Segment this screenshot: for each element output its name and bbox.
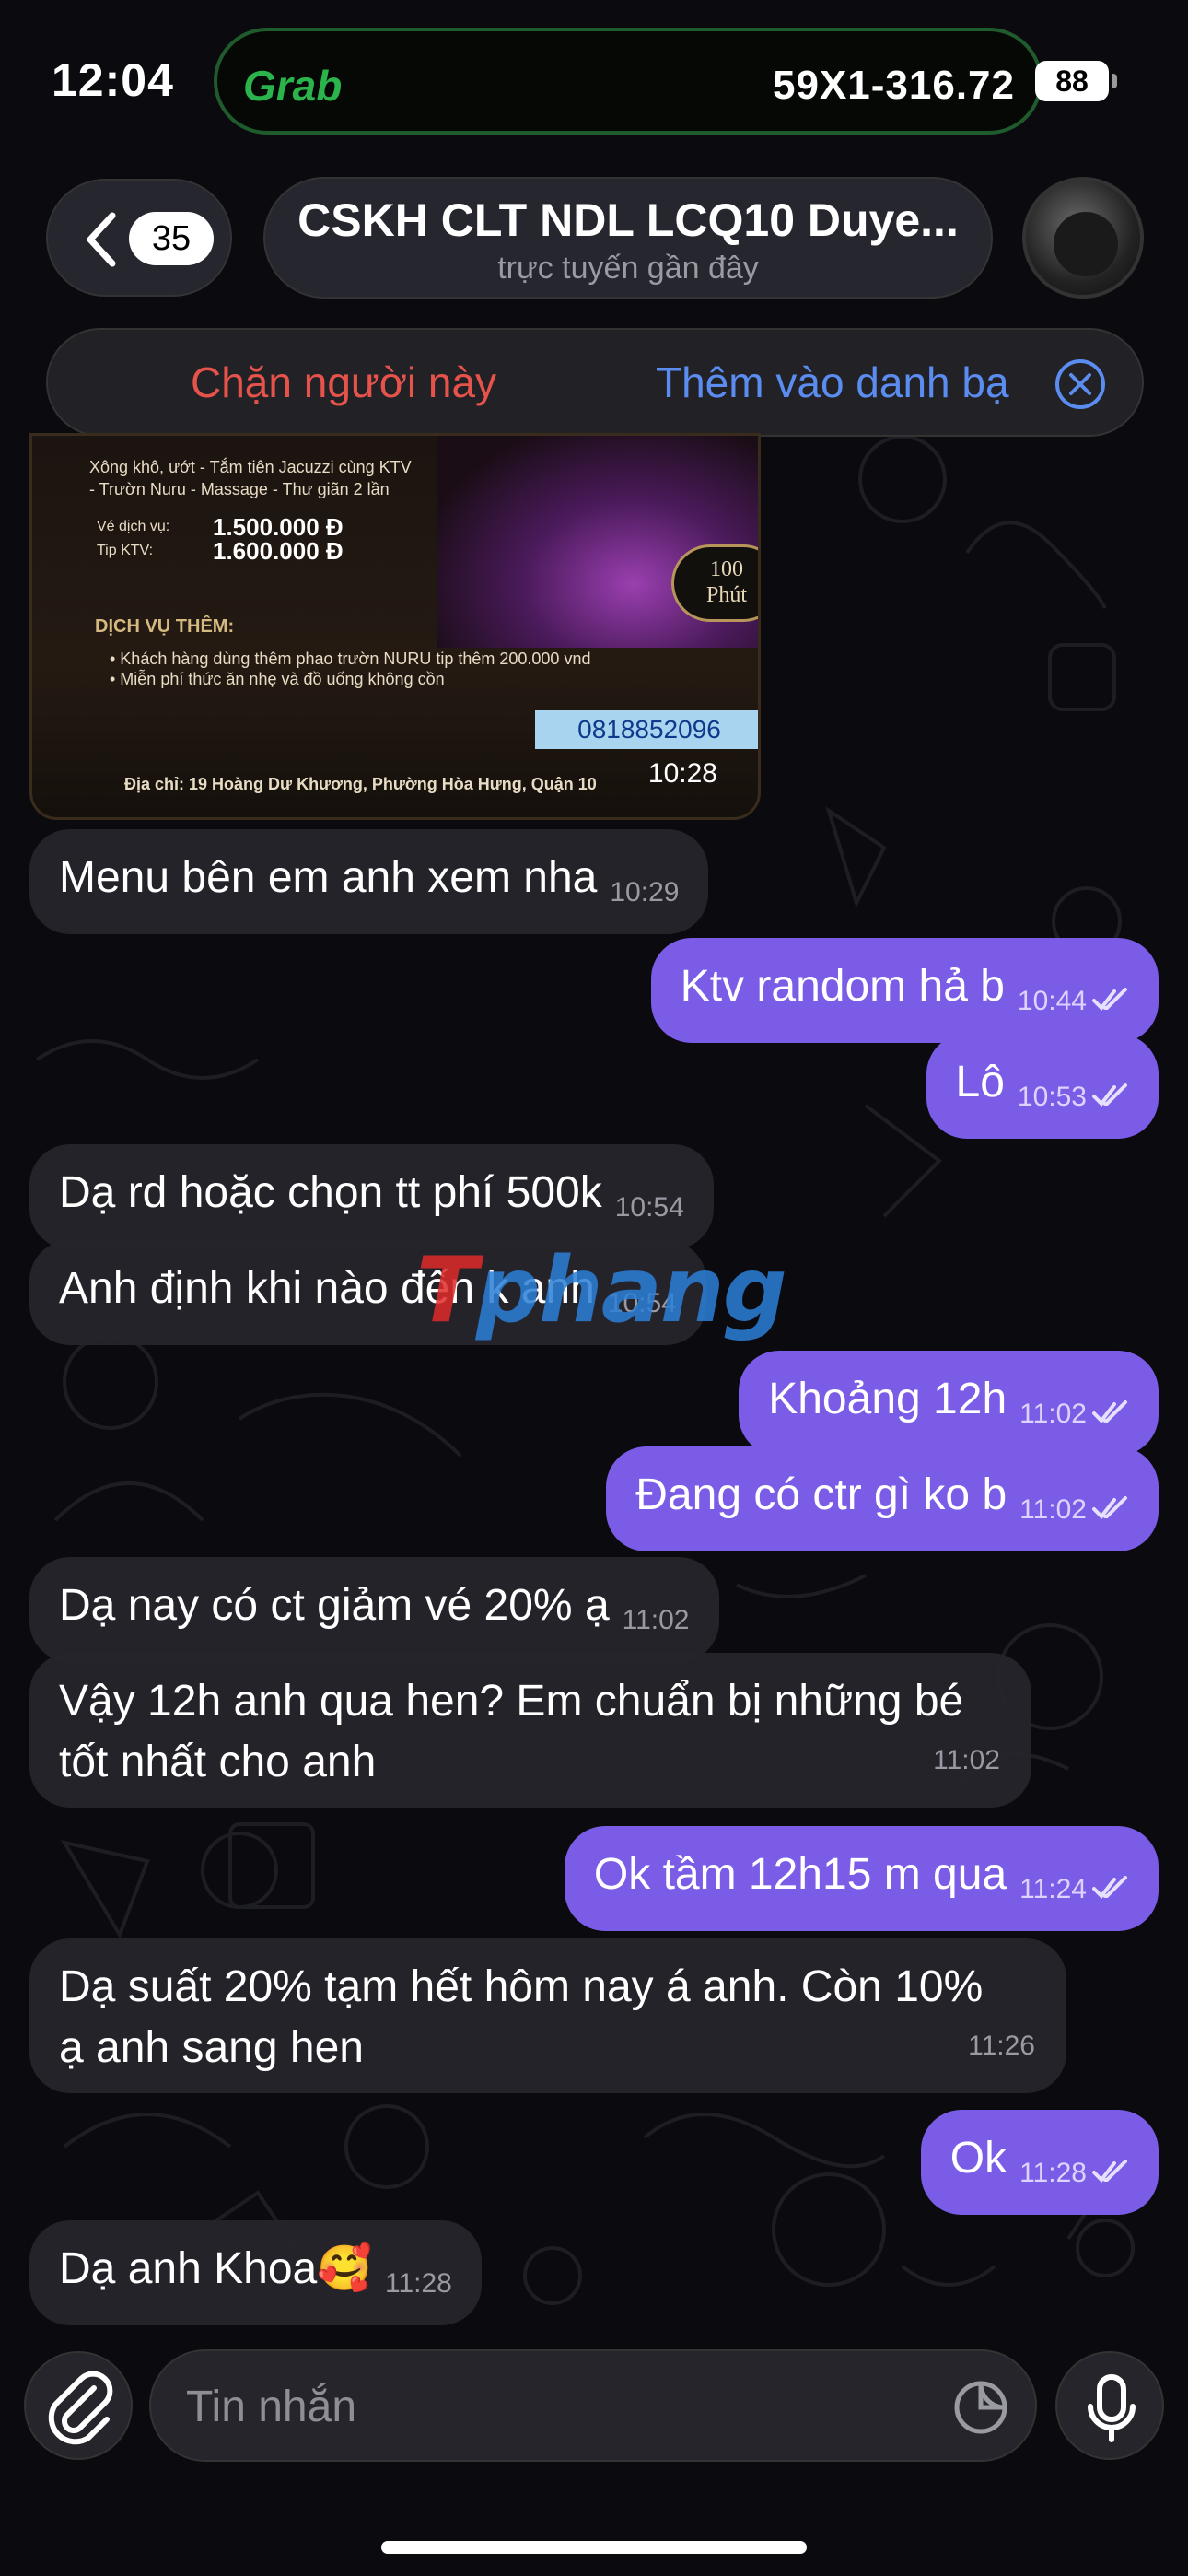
message-outgoing[interactable]: Ok tầm 12h15 m qua 11:24 bbox=[564, 1826, 1159, 1931]
double-check-icon bbox=[1092, 1400, 1127, 1424]
message-outgoing[interactable]: Khoảng 12h 11:02 bbox=[739, 1351, 1159, 1456]
back-button[interactable]: 35 bbox=[46, 179, 232, 297]
service-label: Vé dịch vụ: bbox=[97, 519, 170, 534]
message-incoming[interactable]: Dạ nay có ct giảm vé 20% ạ 11:02 bbox=[29, 1557, 719, 1662]
message-text: Khoảng 12h bbox=[768, 1375, 1007, 1423]
status-time: 12:04 bbox=[52, 54, 174, 106]
vehicle-plate: 59X1-316.72 bbox=[773, 63, 1015, 108]
message-outgoing[interactable]: Đang có ctr gì ko b 11:02 bbox=[606, 1446, 1159, 1551]
message-time: 11:24 bbox=[1019, 1874, 1087, 1904]
watermark: Tphang bbox=[416, 1238, 787, 1343]
message-outgoing[interactable]: Ktv random hả b 10:44 bbox=[650, 938, 1159, 1043]
message-text: Dạ nay có ct giảm vé 20% ạ bbox=[59, 1581, 610, 1630]
duration-number: 100 bbox=[710, 557, 743, 581]
block-user-button[interactable]: Chặn người này bbox=[191, 357, 496, 407]
message-time: 10:54 bbox=[614, 1192, 684, 1223]
sticker-icon[interactable] bbox=[952, 2379, 1009, 2436]
message-time: 11:26 bbox=[968, 2031, 1035, 2061]
double-check-icon bbox=[1092, 1496, 1127, 1520]
paperclip-icon bbox=[48, 2371, 113, 2445]
status-bar: 12:04 Grab 59X1-316.72 88 bbox=[0, 0, 1188, 157]
message-text: Dạ anh Khoa🥰 bbox=[59, 2244, 372, 2293]
back-chevron-icon bbox=[87, 212, 116, 267]
message-time: 10:29 bbox=[610, 877, 680, 907]
promo-line-2: - Trườn Nuru - Massage - Thư giãn 2 lần bbox=[89, 480, 390, 498]
message-time: 11:02 bbox=[622, 1605, 690, 1635]
double-check-icon bbox=[1092, 1083, 1127, 1107]
extra-services-title: DỊCH VỤ THÊM: bbox=[95, 616, 235, 637]
message-input[interactable] bbox=[186, 2377, 904, 2436]
message-text: Ok tầm 12h15 m qua bbox=[593, 1850, 1007, 1899]
battery-icon: 88 bbox=[1035, 61, 1109, 101]
message-incoming[interactable]: Dạ anh Khoa🥰 11:28 bbox=[29, 2220, 482, 2325]
message-outgoing[interactable]: Lô 10:53 bbox=[926, 1034, 1159, 1139]
avatar[interactable] bbox=[1022, 177, 1144, 299]
extra-service-1: • Khách hàng dùng thêm phao trườn NURU t… bbox=[110, 650, 591, 668]
extra-service-2: • Miễn phí thức ăn nhẹ và đồ uống không … bbox=[110, 670, 445, 688]
add-contact-button[interactable]: Thêm vào danh bạ bbox=[656, 357, 1009, 407]
message-time: 11:28 bbox=[1019, 2158, 1087, 2188]
duration-badge: 100 Phút bbox=[671, 544, 758, 622]
message-text: Dạ suất 20% tạm hết hôm nay á anh. Còn 1… bbox=[59, 1962, 984, 2011]
message-time: 10:28 bbox=[647, 758, 717, 789]
message-text: Ok bbox=[949, 2134, 1007, 2183]
attach-button[interactable] bbox=[24, 2351, 133, 2460]
message-text: Vậy 12h anh qua hen? Em chuẩn bị những b… bbox=[59, 1677, 964, 1726]
message-incoming[interactable]: Menu bên em anh xem nha 10:29 bbox=[29, 829, 709, 934]
tip-price: 1.600.000 Đ bbox=[213, 537, 344, 565]
live-activity-pill[interactable]: Grab 59X1-316.72 bbox=[214, 28, 1042, 135]
message-input-box[interactable] bbox=[149, 2349, 1037, 2462]
double-check-icon bbox=[1092, 1876, 1127, 1900]
image-message[interactable]: 100 Phút Xông khô, ướt - Tắm tiên Jacuzz… bbox=[29, 433, 761, 820]
double-check-icon bbox=[1092, 988, 1127, 1012]
battery-tip bbox=[1112, 74, 1117, 88]
close-icon[interactable] bbox=[1054, 357, 1107, 411]
message-time: 11:02 bbox=[933, 1745, 1000, 1775]
message-text: Dạ rd hoặc chọn tt phí 500k bbox=[59, 1168, 602, 1217]
chat-title: CSKH CLT NDL LCQ10 Duye... bbox=[297, 194, 959, 246]
unread-count-badge: 35 bbox=[129, 212, 214, 265]
message-incoming[interactable]: Dạ rd hoặc chọn tt phí 500k 10:54 bbox=[29, 1144, 714, 1249]
phone-number: 0818852096 bbox=[535, 710, 758, 749]
address: Địa chỉ: 19 Hoàng Dư Khương, Phường Hòa … bbox=[124, 775, 597, 793]
microphone-button[interactable] bbox=[1055, 2351, 1164, 2460]
message-time: 10:44 bbox=[1017, 986, 1087, 1016]
message-time: 10:53 bbox=[1017, 1082, 1087, 1112]
message-incoming[interactable]: Vậy 12h anh qua hen? Em chuẩn bị những b… bbox=[29, 1653, 1031, 1808]
message-time: 11:28 bbox=[384, 2268, 452, 2299]
message-time: 11:02 bbox=[1019, 1494, 1087, 1525]
microphone-icon bbox=[1088, 2374, 1136, 2442]
promo-line-1: Xông khô, ướt - Tắm tiên Jacuzzi cùng KT… bbox=[89, 458, 412, 476]
grab-logo: Grab bbox=[243, 62, 343, 110]
message-text: Đang có ctr gì ko b bbox=[635, 1470, 1007, 1519]
message-text: tốt nhất cho anh bbox=[59, 1738, 377, 1786]
message-incoming[interactable]: Dạ suất 20% tạm hết hôm nay á anh. Còn 1… bbox=[29, 1938, 1066, 2093]
watermark-part-2: phang bbox=[475, 1238, 787, 1343]
message-text: Menu bên em anh xem nha bbox=[59, 853, 598, 902]
message-text: Ktv random hả b bbox=[680, 962, 1005, 1011]
avatar-image bbox=[1054, 212, 1118, 276]
message-text: ạ anh sang hen bbox=[59, 2023, 364, 2072]
watermark-part-1: T bbox=[416, 1238, 478, 1343]
chat-status: trực tuyến gần đây bbox=[497, 251, 759, 286]
chat-title-bar[interactable]: CSKH CLT NDL LCQ10 Duye... trực tuyến gầ… bbox=[263, 177, 993, 299]
tip-label: Tip KTV: bbox=[97, 543, 154, 558]
home-indicator bbox=[381, 2541, 807, 2554]
message-time: 11:02 bbox=[1019, 1399, 1087, 1429]
double-check-icon bbox=[1092, 2160, 1127, 2184]
message-text: Lô bbox=[955, 1058, 1005, 1107]
contact-action-bar: Chặn người này Thêm vào danh bạ bbox=[46, 328, 1144, 437]
message-outgoing[interactable]: Ok 11:28 bbox=[920, 2110, 1159, 2215]
duration-unit: Phút bbox=[705, 583, 747, 607]
